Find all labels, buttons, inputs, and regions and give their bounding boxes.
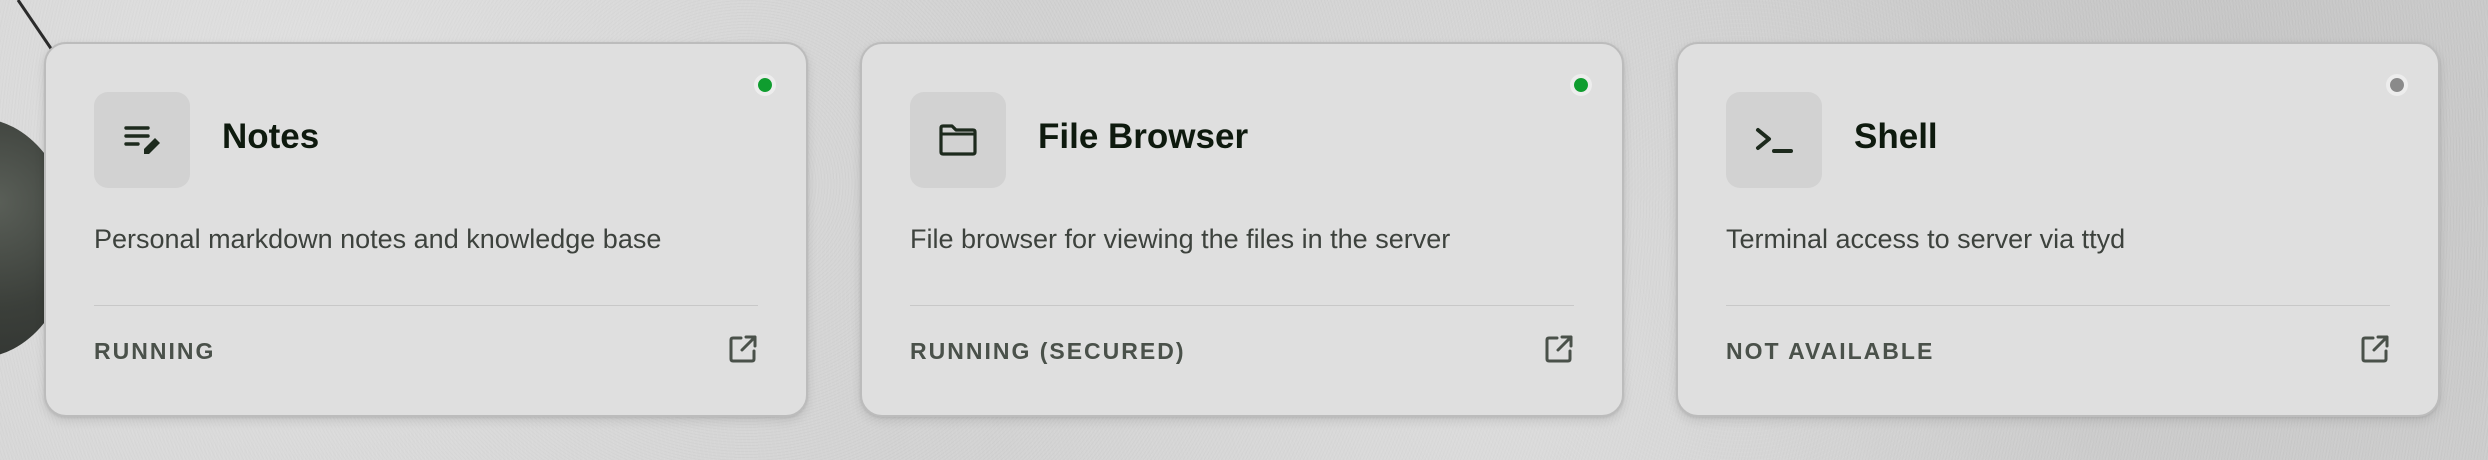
card-divider <box>1726 305 2390 306</box>
card-description: Terminal access to server via ttyd <box>1726 224 2126 254</box>
open-external-icon <box>729 335 757 363</box>
card-divider <box>94 305 758 306</box>
service-card-file-browser[interactable]: File Browser File browser for viewing th… <box>860 42 1624 417</box>
card-title: File Browser <box>1038 117 1249 156</box>
card-divider <box>910 305 1574 306</box>
status-indicator-running <box>754 74 776 96</box>
service-card-shell[interactable]: Shell Terminal access to server via ttyd… <box>1676 42 2440 417</box>
notes-edit-icon <box>124 126 160 154</box>
status-label: NOT AVAILABLE <box>1726 338 1935 364</box>
open-external-icon <box>2361 335 2389 363</box>
card-title: Notes <box>222 117 320 156</box>
terminal-icon <box>1756 128 1793 153</box>
card-title: Shell <box>1854 117 1938 156</box>
notes-icon-box <box>94 92 190 188</box>
terminal-icon-box <box>1726 92 1822 188</box>
folder-icon-box <box>910 92 1006 188</box>
card-description: Personal markdown notes and knowledge ba… <box>94 224 662 254</box>
card-description: File browser for viewing the files in th… <box>910 224 1451 254</box>
status-label: RUNNING (SECURED) <box>910 338 1186 364</box>
open-external-link-button[interactable] <box>2358 332 2392 366</box>
status-indicator-running <box>1570 74 1592 96</box>
status-label: RUNNING <box>94 338 216 364</box>
service-cards: Notes Personal markdown notes and knowle… <box>44 42 2440 417</box>
open-external-link-button[interactable] <box>726 332 760 366</box>
service-card-notes[interactable]: Notes Personal markdown notes and knowle… <box>44 42 808 417</box>
folder-icon <box>939 124 977 156</box>
status-indicator-unavailable <box>2386 74 2408 96</box>
open-external-icon <box>1545 335 1573 363</box>
open-external-link-button[interactable] <box>1542 332 1576 366</box>
